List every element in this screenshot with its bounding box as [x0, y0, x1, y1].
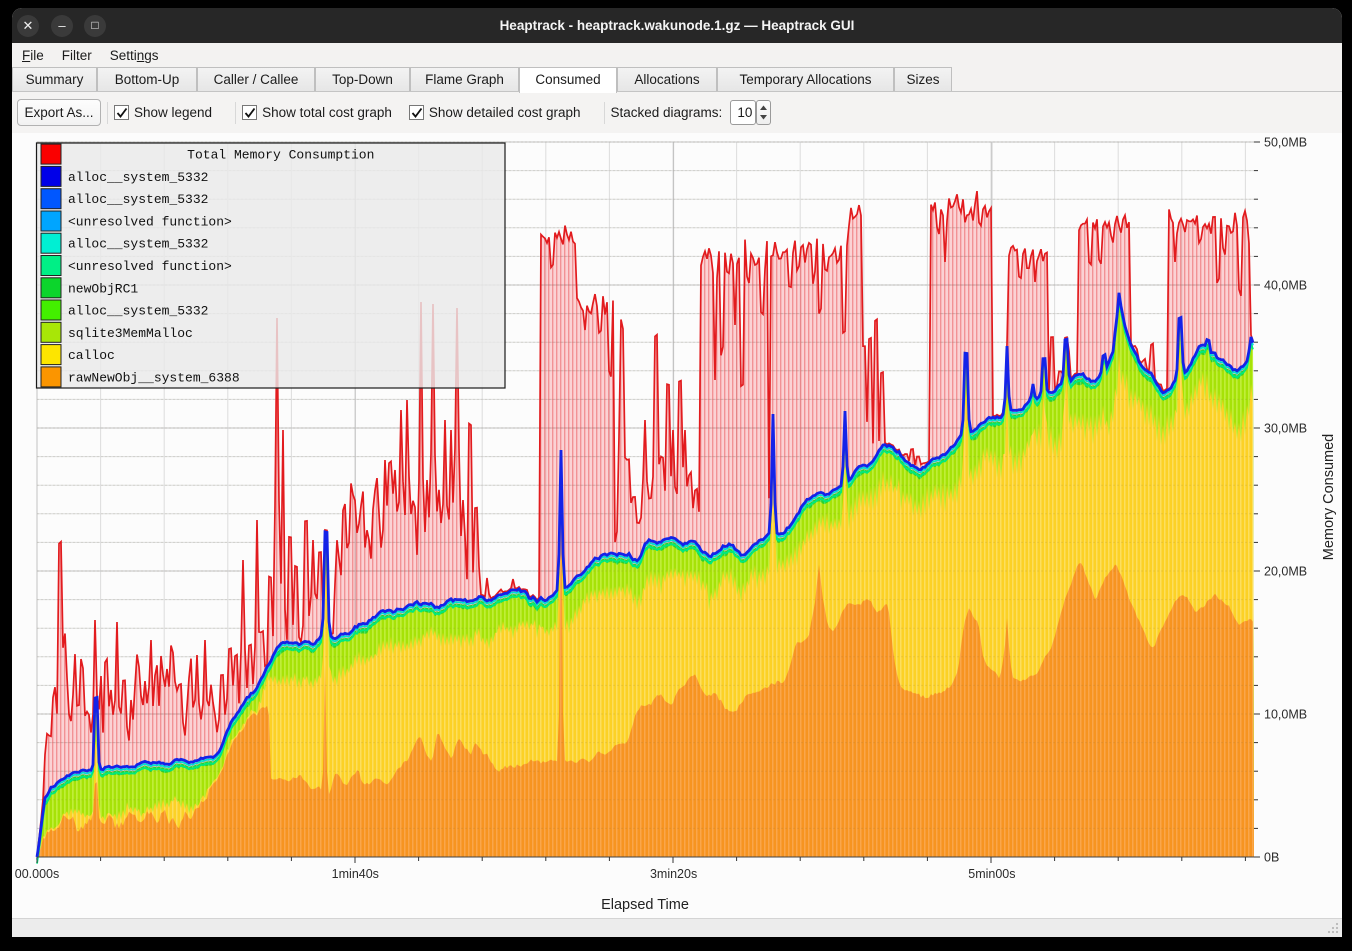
svg-text:alloc__system_5332: alloc__system_5332 [68, 192, 208, 207]
svg-text:5min00s: 5min00s [968, 867, 1015, 881]
svg-text:newObjRC1: newObjRC1 [68, 281, 138, 296]
svg-text:0B: 0B [1264, 851, 1279, 865]
svg-text:20,0MB: 20,0MB [1264, 565, 1307, 579]
svg-text:40,0MB: 40,0MB [1264, 279, 1307, 293]
svg-text:3min20s: 3min20s [650, 867, 697, 881]
svg-text:<unresolved function>: <unresolved function> [68, 259, 232, 274]
svg-text:30,0MB: 30,0MB [1264, 422, 1307, 436]
svg-text:calloc: calloc [68, 348, 115, 363]
svg-text:<unresolved function>: <unresolved function> [68, 215, 232, 230]
svg-text:Elapsed Time: Elapsed Time [601, 897, 689, 913]
svg-text:rawNewObj__system_6388: rawNewObj__system_6388 [68, 370, 240, 385]
svg-text:10,0MB: 10,0MB [1264, 708, 1307, 722]
svg-text:alloc__system_5332: alloc__system_5332 [68, 170, 208, 185]
svg-text:sqlite3MemMalloc: sqlite3MemMalloc [68, 326, 193, 341]
svg-text:alloc__system_5332: alloc__system_5332 [68, 304, 208, 319]
svg-text:Memory Consumed: Memory Consumed [1321, 434, 1337, 561]
svg-text:1min40s: 1min40s [332, 867, 379, 881]
svg-text:50,0MB: 50,0MB [1264, 136, 1307, 150]
svg-text:alloc__system_5332: alloc__system_5332 [68, 237, 208, 252]
svg-text:Total Memory Consumption: Total Memory Consumption [187, 148, 374, 163]
svg-text:00.000s: 00.000s [15, 867, 59, 881]
